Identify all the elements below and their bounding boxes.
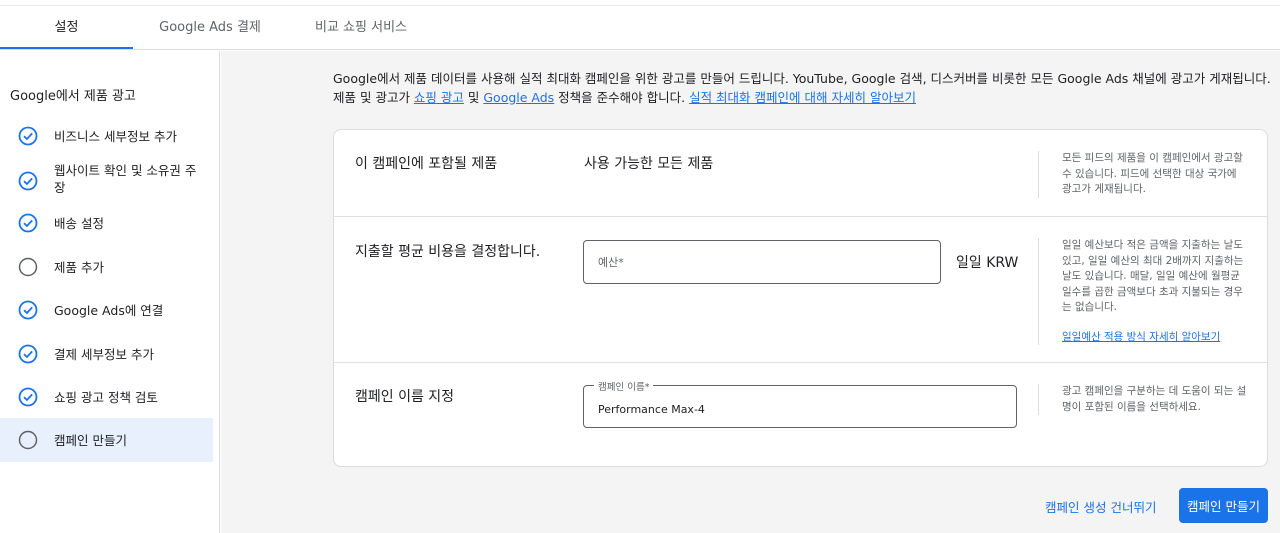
step-label: 비즈니스 세부정보 추가 xyxy=(54,128,177,144)
step-label: Google Ads에 연결 xyxy=(54,302,164,318)
intro-text-part: 및 xyxy=(463,90,484,105)
campaign-name-help: 광고 캠페인을 구분하는 데 도움이 되는 설명이 포함된 이름을 선택하세요. xyxy=(1038,384,1248,415)
setup-sidebar: Google에서 제품 광고 비즈니스 세부정보 추가 웹사이트 확인 및 소유… xyxy=(0,51,220,533)
help-text: 광고 캠페인을 구분하는 데 도움이 되는 설명이 포함된 이름을 선택하세요. xyxy=(1062,385,1247,413)
tab-bar: 설정 Google Ads 결제 비교 쇼핑 서비스 xyxy=(0,6,1280,50)
step-payment-details[interactable]: 결제 세부정보 추가 xyxy=(0,332,213,376)
intro-text-part: 정책을 준수해야 합니다. xyxy=(554,90,690,105)
step-label: 쇼핑 광고 정책 검토 xyxy=(54,389,158,405)
step-verify-website[interactable]: 웹사이트 확인 및 소유권 주장 xyxy=(0,158,213,202)
check-circle-icon xyxy=(18,213,38,233)
campaign-name-field[interactable]: 캠페인 이름* xyxy=(583,379,1017,428)
products-value: 사용 가능한 모든 제품 xyxy=(584,156,714,172)
budget-unit: 일일 KRW xyxy=(956,255,1019,271)
campaign-name-label: 캠페인 이름 지정 xyxy=(355,389,455,405)
campaign-form-card: 이 캠페인에 포함될 제품 사용 가능한 모든 제품 모든 피드의 제품을 이 … xyxy=(333,129,1268,467)
intro-line-2: 제품 및 광고가 쇼핑 광고 및 Google Ads 정책을 준수해야 합니다… xyxy=(333,88,1273,107)
step-shipping[interactable]: 배송 설정 xyxy=(0,201,213,245)
empty-circle-icon xyxy=(18,430,38,450)
campaign-name-field-label: 캠페인 이름* xyxy=(594,379,654,393)
shopping-ads-policy-link[interactable]: 쇼핑 광고 xyxy=(414,90,464,105)
empty-circle-icon xyxy=(18,257,38,277)
skip-campaign-creation-button[interactable]: 캠페인 생성 건너뛰기 xyxy=(1045,497,1156,516)
budget-field[interactable] xyxy=(583,240,941,284)
help-text: 일일 예산보다 적은 금액을 지출하는 날도 있고, 일일 예산의 최대 2배까… xyxy=(1062,239,1244,313)
sidebar-title: Google에서 제품 광고 xyxy=(10,89,136,104)
products-help: 모든 피드의 제품을 이 캠페인에서 광고할 수 있습니다. 피드에 선택한 대… xyxy=(1038,151,1248,198)
budget-label: 지출할 평균 비용을 결정합니다. xyxy=(355,244,541,260)
step-link-google-ads[interactable]: Google Ads에 연결 xyxy=(0,288,213,332)
create-campaign-button[interactable]: 캠페인 만들기 xyxy=(1179,488,1268,523)
daily-budget-learn-more-link[interactable]: 일일예산 적용 방식 자세히 알아보기 xyxy=(1062,330,1248,346)
step-label: 제품 추가 xyxy=(54,259,104,275)
step-label: 배송 설정 xyxy=(54,215,104,231)
step-label: 결제 세부정보 추가 xyxy=(54,346,154,362)
step-create-campaign[interactable]: 캠페인 만들기 xyxy=(0,418,213,462)
campaign-name-input[interactable] xyxy=(598,403,1002,416)
check-circle-icon xyxy=(18,387,38,407)
tab-google-ads-billing[interactable]: Google Ads 결제 xyxy=(150,6,270,49)
step-label: 웹사이트 확인 및 소유권 주장 xyxy=(54,163,197,195)
step-business-details[interactable]: 비즈니스 세부정보 추가 xyxy=(0,114,213,158)
step-policy-review[interactable]: 쇼핑 광고 정책 검토 xyxy=(0,375,213,419)
products-row: 이 캠페인에 포함될 제품 사용 가능한 모든 제품 모든 피드의 제품을 이 … xyxy=(334,130,1267,217)
intro-line-1: Google에서 제품 데이터를 사용해 실적 최대화 캠페인을 위한 광고를 … xyxy=(333,71,1271,86)
check-circle-icon xyxy=(18,126,38,146)
learn-more-pmax-link[interactable]: 실적 최대화 캠페인에 대해 자세히 알아보기 xyxy=(689,90,916,105)
help-text: 모든 피드의 제품을 이 캠페인에서 광고할 수 있습니다. 피드에 선택한 대… xyxy=(1062,152,1243,195)
budget-input[interactable] xyxy=(598,255,926,269)
intro-text-part: 제품 및 광고가 xyxy=(333,90,414,105)
campaign-name-row: 캠페인 이름 지정 캠페인 이름* 광고 캠페인을 구분하는 데 도움이 되는 … xyxy=(334,363,1267,467)
google-ads-policy-link[interactable]: Google Ads xyxy=(483,90,554,105)
step-label: 캠페인 만들기 xyxy=(54,432,127,448)
budget-help: 일일 예산보다 적은 금액을 지출하는 날도 있고, 일일 예산의 최대 2배까… xyxy=(1038,238,1248,345)
products-label: 이 캠페인에 포함될 제품 xyxy=(355,156,498,172)
budget-row: 지출할 평균 비용을 결정합니다. 일일 KRW 일일 예산보다 적은 금액을 … xyxy=(334,217,1267,363)
check-circle-icon xyxy=(18,171,38,191)
check-circle-icon xyxy=(18,344,38,364)
tab-settings[interactable]: 설정 xyxy=(0,6,133,49)
main-content: Google에서 제품 데이터를 사용해 실적 최대화 캠페인을 위한 광고를 … xyxy=(221,51,1280,533)
check-circle-icon xyxy=(18,300,38,320)
intro-text: Google에서 제품 데이터를 사용해 실적 최대화 캠페인을 위한 광고를 … xyxy=(333,69,1273,107)
tab-comparison-shopping[interactable]: 비교 쇼핑 서비스 xyxy=(302,6,420,49)
step-add-products[interactable]: 제품 추가 xyxy=(0,245,213,289)
